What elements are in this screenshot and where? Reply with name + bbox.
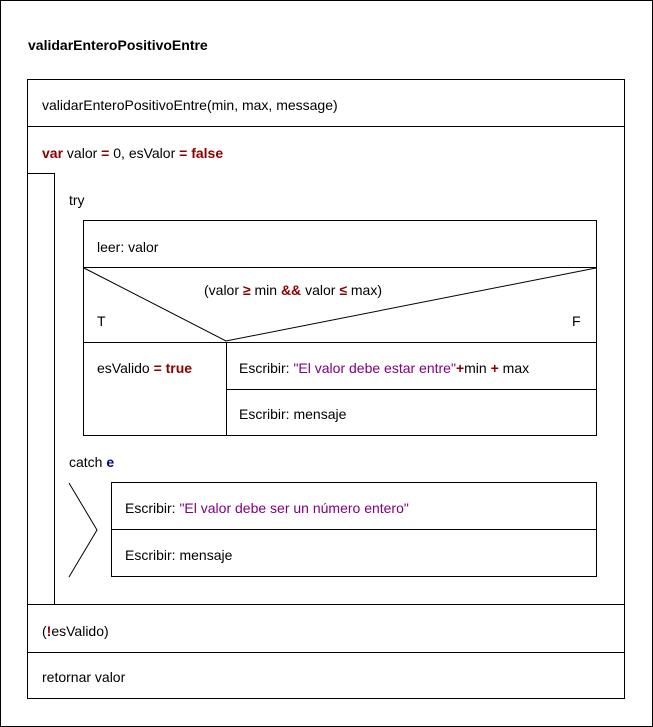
var-mensaje: mensaje [179,547,233,563]
catch-write-error: Escribir: "El valor debe ser un número e… [125,500,409,516]
loop-condition-var: esValido) [51,623,109,639]
return-statement: retornar valor [42,669,126,685]
catch-write-message: Escribir: mensaje [125,547,232,563]
loop-condition: (!esValido) [42,623,109,639]
write-keyword: Escribir: [125,547,176,563]
loop-condition-row [27,604,625,653]
write-keyword: Escribir: [125,500,176,516]
string-literal: "El valor debe ser un número entero" [179,500,409,516]
